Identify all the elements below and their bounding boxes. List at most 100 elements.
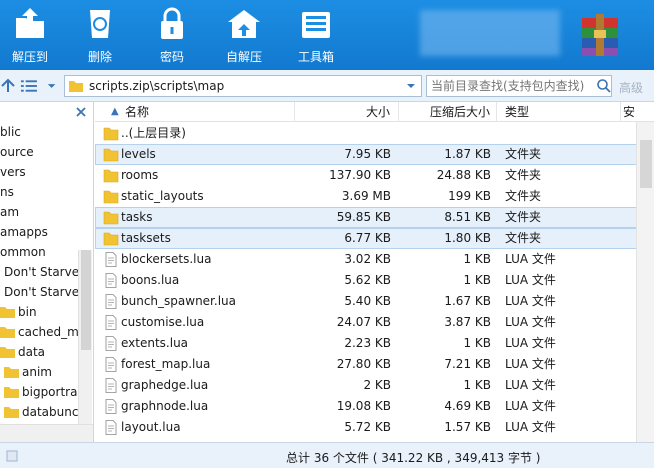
sort-up-icon: ▲ [111, 106, 119, 117]
column-extra[interactable]: 安 [621, 102, 636, 122]
file-name: tasks [121, 210, 153, 224]
view-mode-button[interactable] [20, 75, 58, 97]
table-row[interactable]: extents.lua 2.23 KB 1 KB LUA 文件 [95, 333, 654, 354]
tree-item[interactable]: ource [0, 142, 34, 162]
close-icon[interactable] [74, 105, 88, 119]
table-row[interactable]: boons.lua 5.62 KB 1 KB LUA 文件 [95, 270, 654, 291]
path-input[interactable]: scripts.zip\scripts\map [64, 75, 422, 97]
tree-item-bin[interactable]: bin [0, 302, 37, 322]
blurred-region [420, 10, 560, 56]
tree-vertical-scrollbar[interactable] [78, 250, 92, 424]
file-compressed-size: 1 KB [463, 336, 491, 350]
file-type: 文件夹 [505, 210, 542, 224]
file-name: levels [121, 147, 156, 161]
self-extract-button[interactable]: 自解压 [222, 0, 266, 70]
delete-button[interactable]: 删除 [80, 0, 120, 70]
toolbox-icon [302, 12, 330, 38]
file-type: 文件夹 [505, 168, 542, 182]
column-size[interactable]: 大小 [295, 102, 399, 122]
recycle-bin-icon [90, 10, 110, 38]
table-row[interactable]: forest_map.lua 27.80 KB 7.21 KB LUA 文件 [95, 354, 654, 375]
tree-item-bigportra[interactable]: bigportra [4, 382, 77, 402]
toolbox-button[interactable]: 工具箱 [294, 0, 338, 70]
tree-horizontal-scrollbar[interactable] [0, 424, 93, 442]
scrollbar-thumb[interactable] [640, 140, 652, 188]
folder-icon [103, 127, 119, 141]
file-size: 5.72 KB [344, 420, 391, 434]
search-input[interactable] [426, 75, 612, 97]
list-view-icon [20, 80, 37, 92]
tree-item[interactable]: amapps [0, 222, 48, 242]
file-size: 2 KB [363, 378, 391, 392]
file-size: 137.90 KB [329, 168, 391, 182]
tree-item[interactable]: vers [0, 162, 26, 182]
tree-item-data[interactable]: data [0, 342, 45, 362]
file-size: 6.77 KB [344, 231, 391, 245]
lua-file-icon [105, 378, 117, 393]
extract-to-label: 解压到 [11, 50, 48, 64]
folder-icon [103, 169, 119, 183]
file-size: 3.69 MB [341, 189, 391, 203]
tree-item[interactable]: ns [0, 182, 14, 202]
table-row[interactable]: graphnode.lua 19.08 KB 4.69 KB LUA 文件 [95, 396, 654, 417]
table-row[interactable]: static_layouts 3.69 MB 199 KB 文件夹 [95, 186, 654, 207]
delete-label: 删除 [87, 50, 112, 64]
file-name: static_layouts [121, 189, 204, 203]
table-row[interactable]: bunch_spawner.lua 5.40 KB 1.67 KB LUA 文件 [95, 291, 654, 312]
file-compressed-size: 1 KB [463, 378, 491, 392]
folder-icon [4, 387, 19, 398]
table-row[interactable]: levels 7.95 KB 1.87 KB 文件夹 [95, 144, 654, 165]
file-name: graphedge.lua [121, 378, 209, 392]
file-size: 5.62 KB [344, 273, 391, 287]
table-row[interactable]: graphedge.lua 2 KB 1 KB LUA 文件 [95, 375, 654, 396]
tree-item[interactable]: am [0, 202, 19, 222]
file-list: ▲ 名称 大小 压缩后大小 类型 安 ..(上层目录) levels 7.95 KB… [95, 102, 654, 442]
tree-item[interactable]: blic [0, 122, 21, 142]
lua-file-icon [105, 420, 117, 435]
list-vertical-scrollbar[interactable] [636, 122, 654, 442]
table-row[interactable]: customise.lua 24.07 KB 3.87 KB LUA 文件 [95, 312, 654, 333]
table-row[interactable]: rooms 137.90 KB 24.88 KB 文件夹 [95, 165, 654, 186]
self-extract-icon [228, 10, 260, 38]
column-header: ▲ 名称 大小 压缩后大小 类型 安 [95, 102, 654, 122]
password-label: 密码 [159, 50, 184, 64]
tree-item-anim[interactable]: anim [4, 362, 52, 382]
advanced-search-link[interactable]: 高级 [619, 79, 643, 96]
column-type[interactable]: 类型 [497, 102, 621, 122]
self-extract-label: 自解压 [225, 50, 262, 64]
path-dropdown-icon[interactable] [405, 79, 417, 93]
folder-icon [69, 81, 83, 92]
file-type: 文件夹 [505, 231, 542, 245]
password-button[interactable]: 密码 [152, 0, 192, 70]
address-bar: scripts.zip\scripts\map 高级 [0, 70, 654, 102]
column-name[interactable]: ▲ 名称 [95, 102, 295, 122]
folder-icon [0, 327, 15, 338]
up-arrow-icon[interactable] [0, 75, 16, 97]
status-summary: 总计 36 个文件 ( 341.22 KB , 349,413 字节 ) [286, 451, 541, 465]
lua-file-icon [105, 273, 117, 288]
tree-item[interactable]: Don't Starve [4, 282, 79, 302]
column-compressed[interactable]: 压缩后大小 [399, 102, 497, 122]
table-row[interactable]: layout.lua 5.72 KB 1.57 KB LUA 文件 [95, 417, 654, 438]
file-name: layout.lua [121, 420, 181, 434]
file-compressed-size: 3.87 KB [444, 315, 491, 329]
scrollbar-thumb[interactable] [81, 250, 91, 350]
extract-to-button[interactable]: 解压到 [8, 0, 52, 70]
folder-icon [103, 211, 119, 225]
tree-item-cached[interactable]: cached_mc [0, 322, 85, 342]
table-row[interactable]: tasks 59.85 KB 8.51 KB 文件夹 [95, 207, 654, 228]
lua-file-icon [105, 357, 117, 372]
status-bar: 总计 36 个文件 ( 341.22 KB , 349,413 字节 ) [0, 442, 654, 468]
file-compressed-size: 199 KB [448, 189, 491, 203]
lua-file-icon [105, 294, 117, 309]
tree-item[interactable]: Don't Starve [4, 262, 79, 282]
search-icon[interactable] [596, 78, 612, 94]
table-row[interactable]: blockersets.lua 3.02 KB 1 KB LUA 文件 [95, 249, 654, 270]
table-row[interactable]: ..(上层目录) [95, 123, 654, 144]
table-row[interactable]: tasksets 6.77 KB 1.80 KB 文件夹 [95, 228, 654, 249]
tree-item-databunc[interactable]: databunc [4, 402, 78, 422]
file-size: 5.40 KB [344, 294, 391, 308]
lua-file-icon [105, 252, 117, 267]
tree-item[interactable]: ommon [0, 242, 46, 262]
file-compressed-size: 1.87 KB [444, 147, 491, 161]
